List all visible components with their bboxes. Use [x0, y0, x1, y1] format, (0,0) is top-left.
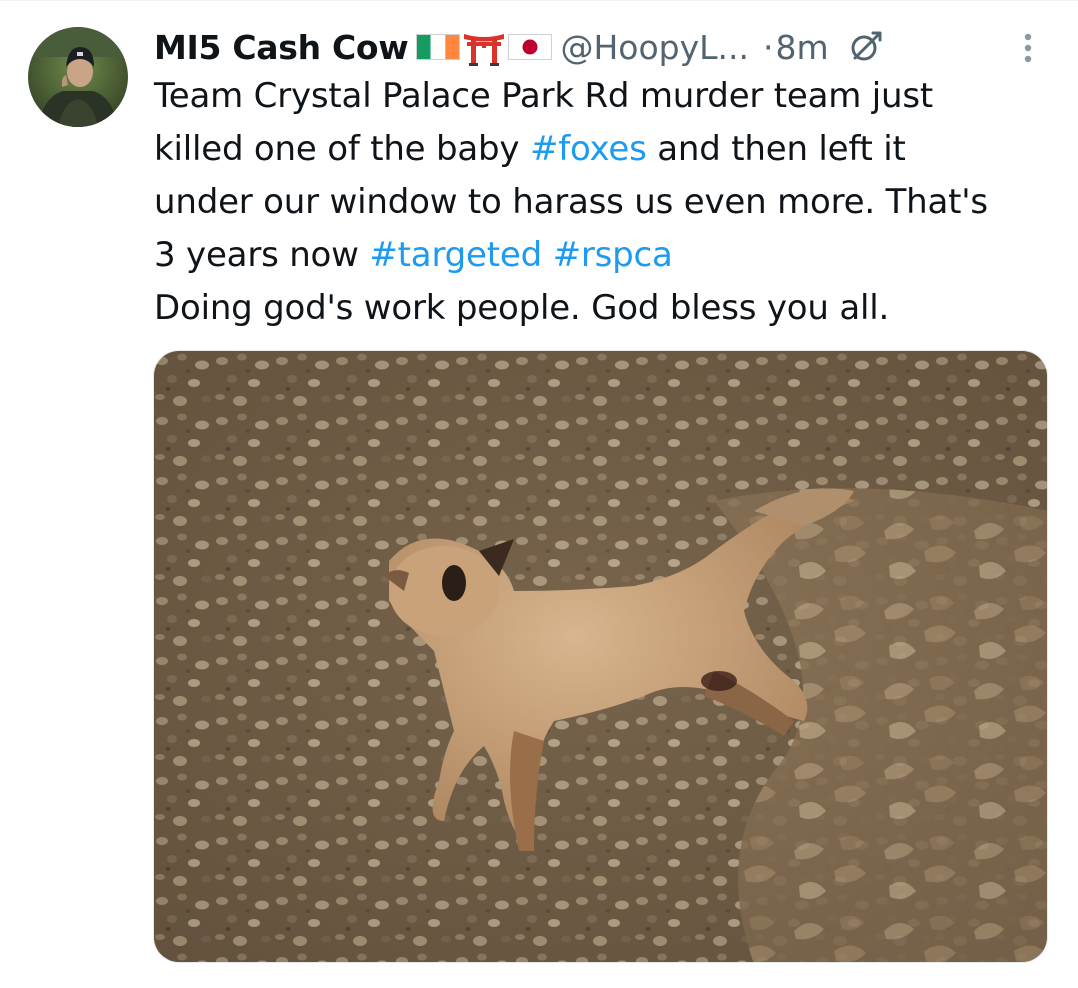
- edited-icon[interactable]: [849, 30, 883, 64]
- display-name[interactable]: MI5 Cash Cow: [154, 28, 409, 67]
- text-segment: under our window to harass us even more.…: [154, 182, 988, 222]
- tweet-text-line: 3 years now #targeted #rspca: [154, 229, 1059, 282]
- japan-flag-icon: [508, 32, 553, 62]
- text-segment: [542, 235, 553, 275]
- tweet-photo[interactable]: [153, 350, 1048, 963]
- text-segment: and then left it: [646, 129, 906, 169]
- top-divider: [0, 0, 1078, 1]
- torii-gate-icon: [462, 28, 506, 66]
- photo-image: [154, 351, 1047, 962]
- ireland-flag-icon: [416, 32, 461, 62]
- tweet-text: Team Crystal Palace Park Rd murder team …: [154, 70, 1059, 335]
- text-segment: killed one of the baby: [154, 129, 530, 169]
- avatar[interactable]: [28, 27, 128, 127]
- text-segment: Team Crystal Palace Park Rd murder team …: [154, 76, 934, 116]
- hashtag-foxes-link[interactable]: #foxes: [530, 129, 647, 169]
- flag-emojis: [416, 28, 553, 66]
- more-vertical-icon[interactable]: [1016, 30, 1040, 66]
- timestamp[interactable]: 8m: [776, 28, 829, 67]
- tweet-text-line: under our window to harass us even more.…: [154, 176, 1059, 229]
- handle[interactable]: @HoopyL...: [560, 28, 749, 67]
- tweet-text-line: Doing god's work people. God bless you a…: [154, 282, 1059, 335]
- text-segment: 3 years now: [154, 235, 370, 275]
- text-segment: Doing god's work people. God bless you a…: [154, 288, 890, 328]
- hashtag-rspca-link[interactable]: #rspca: [553, 235, 673, 275]
- hashtag-targeted-link[interactable]: #targeted: [369, 235, 542, 275]
- tweet-text-line: Team Crystal Palace Park Rd murder team …: [154, 70, 1059, 123]
- tweet-header: MI5 Cash Cow @HoopyL... · 8m: [154, 22, 1054, 72]
- tweet-text-line: killed one of the baby #foxes and then l…: [154, 123, 1059, 176]
- separator-dot: ·: [763, 27, 774, 67]
